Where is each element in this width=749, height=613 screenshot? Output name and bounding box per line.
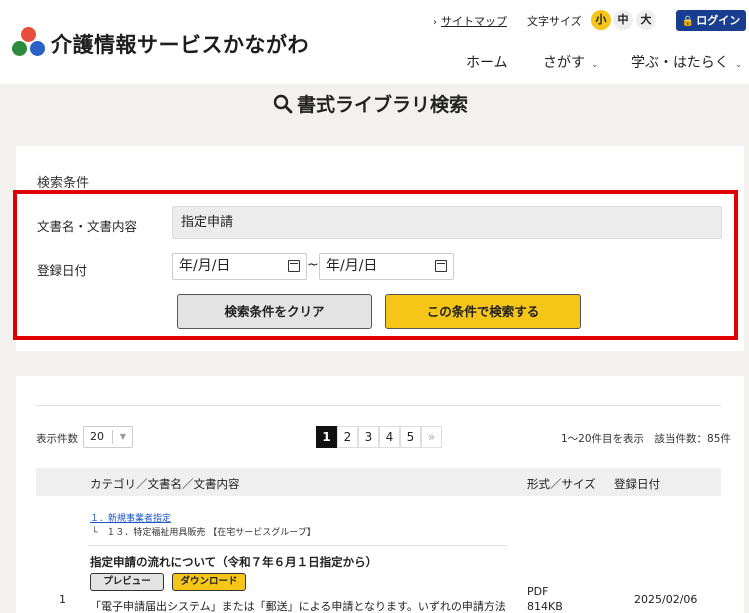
sitemap-label: サイトマップ [441,15,507,28]
nav-item-search[interactable]: さがす ⌄ [543,52,599,72]
page-4-button[interactable]: 4 [379,426,400,448]
result-count: 1〜20件目を表示 該当件数：85件 [561,433,731,445]
column-header-format: 形式／サイズ [527,477,596,491]
file-format: PDF [527,585,549,598]
document-description: 「電子申請届出システム」または「郵送」による申請となります。いずれの申請方法 [90,600,506,613]
column-header-category: カテゴリ／文書名／文書内容 [90,477,240,491]
select-separator [112,430,113,444]
document-title: 指定申請の流れについて（令和７年６月１日指定から） [90,555,378,569]
date-to-input[interactable]: 年/月/日 [319,253,454,280]
calendar-icon[interactable] [288,260,300,272]
download-button[interactable]: ダウンロード [172,573,246,591]
sitemap-link[interactable]: › サイトマップ [433,13,507,29]
registration-date-cell: 2025/02/06 [634,593,698,606]
nav-home-label: ホーム [466,55,508,71]
registration-date-label: 登録日付 [37,263,88,278]
divider [36,405,721,406]
chevron-down-icon: ⌄ [734,60,743,70]
login-label: ログイン [696,14,741,27]
nav-item-home[interactable]: ホーム [466,52,508,72]
date-from-placeholder: 年/月/日 [179,258,231,274]
nav-search-label: さがす [543,55,585,71]
page-5-button[interactable]: 5 [400,426,421,448]
row-divider [88,545,508,546]
login-button[interactable]: 🔒 ログイン [676,10,746,31]
date-to-placeholder: 年/月/日 [326,258,378,274]
column-header-date: 登録日付 [614,477,660,491]
site-header: 介護情報サービスかながわ › サイトマップ 文字サイズ 小 中 大 🔒 ログイン ホ… [0,0,749,84]
chevron-down-icon: ⌄ [591,60,599,70]
file-size: 814KB [527,600,563,613]
clear-conditions-button[interactable]: 検索条件をクリア [177,294,372,329]
doc-search-input[interactable]: 指定申請 [172,206,722,239]
chevron-right-icon: › [433,17,437,28]
page-title: 書式ライブラリ検索 [273,90,468,117]
lock-icon: 🔒 [681,16,695,27]
fontsize-small-button[interactable]: 小 [591,10,611,30]
search-button[interactable]: この条件で検索する [385,294,581,329]
next-pages-button[interactable]: » [421,426,442,448]
nav-item-learn-work[interactable]: 学ぶ・はたらく ⌄ [631,52,742,72]
calendar-icon[interactable] [435,260,447,272]
perpage-value: 20 [90,430,104,443]
chevron-down-icon: ▼ [119,432,126,441]
logo-dot-green [12,41,27,56]
search-icon [273,94,293,114]
page-3-button[interactable]: 3 [358,426,379,448]
subcategory-text: └ １３．特定福祉用具販売 【在宅サービスグループ】 [92,528,316,538]
fontsize-large-button[interactable]: 大 [636,10,656,30]
category-link[interactable]: １．新規事業者指定 [90,511,171,524]
row-number: 1 [59,593,66,606]
perpage-select[interactable]: 20 ▼ [83,426,133,448]
doc-name-label: 文書名・文書内容 [37,219,138,234]
page-1-button[interactable]: 1 [316,426,337,448]
logo-dot-blue [30,41,45,56]
fontsize-medium-button[interactable]: 中 [613,10,633,30]
search-conditions-heading: 検索条件 [37,176,90,191]
format-size-cell: PDF 814KB [527,584,563,613]
logo-dot-red [21,27,36,42]
page-title-text: 書式ライブラリ検索 [297,94,469,116]
perpage-label: 表示件数 [36,433,78,445]
fontsize-label: 文字サイズ [527,15,582,28]
date-range-separator: ~ [307,257,319,273]
page-2-button[interactable]: 2 [337,426,358,448]
site-title[interactable]: 介護情報サービスかながわ [51,29,309,59]
date-from-input[interactable]: 年/月/日 [172,253,307,280]
preview-button[interactable]: プレビュー [90,573,164,591]
nav-learn-label: 学ぶ・はたらく [631,55,729,71]
site-logo[interactable] [12,27,46,59]
